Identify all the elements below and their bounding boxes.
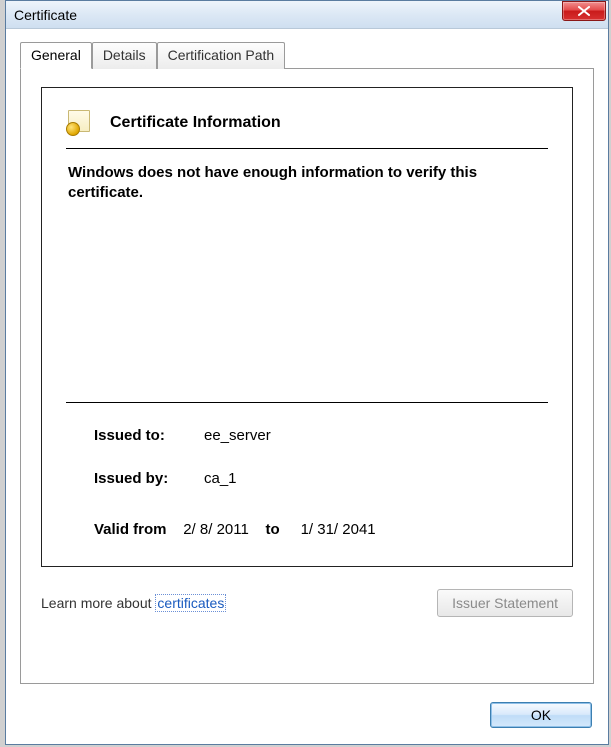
certificate-dialog: Certificate General Details Certificatio… bbox=[5, 0, 609, 745]
close-icon bbox=[578, 6, 590, 16]
valid-to-label: to bbox=[266, 521, 280, 538]
certificate-header: Certificate Information bbox=[66, 110, 548, 136]
valid-from-value: 2/ 8/ 2011 bbox=[183, 521, 249, 538]
tab-details[interactable]: Details bbox=[92, 42, 157, 69]
validity-row: Valid from 2/ 8/ 2011 to 1/ 31/ 2041 bbox=[66, 521, 548, 538]
titlebar: Certificate bbox=[6, 1, 608, 29]
issued-by-row: Issued by: ca_1 bbox=[66, 470, 548, 487]
tab-panel-general: Certificate Information Windows does not… bbox=[20, 68, 594, 684]
issued-by-label: Issued by: bbox=[94, 470, 204, 487]
divider bbox=[66, 402, 548, 403]
issued-by-value: ca_1 bbox=[204, 470, 237, 487]
issued-to-value: ee_server bbox=[204, 427, 271, 444]
divider bbox=[66, 148, 548, 149]
learn-more-text: Learn more about certificates bbox=[41, 595, 226, 611]
valid-to-value: 1/ 31/ 2041 bbox=[301, 521, 376, 538]
issued-to-row: Issued to: ee_server bbox=[66, 427, 548, 444]
tab-strip: General Details Certification Path bbox=[20, 41, 594, 68]
tab-certification-path[interactable]: Certification Path bbox=[157, 42, 286, 69]
dialog-body: General Details Certification Path Certi… bbox=[6, 29, 608, 744]
panel-footer-row: Learn more about certificates Issuer Sta… bbox=[41, 589, 573, 617]
learn-more-prefix: Learn more about bbox=[41, 595, 155, 611]
certificates-link[interactable]: certificates bbox=[155, 594, 226, 612]
certificate-info-box: Certificate Information Windows does not… bbox=[41, 87, 573, 567]
tab-general[interactable]: General bbox=[20, 42, 92, 69]
certificate-heading: Certificate Information bbox=[110, 114, 281, 132]
certificate-status-message: Windows does not have enough information… bbox=[66, 163, 548, 204]
ok-button[interactable]: OK bbox=[490, 702, 592, 728]
issuer-statement-button: Issuer Statement bbox=[437, 589, 573, 617]
issued-to-label: Issued to: bbox=[94, 427, 204, 444]
valid-from-label: Valid from bbox=[94, 521, 167, 538]
dialog-footer: OK bbox=[20, 702, 594, 728]
window-title: Certificate bbox=[14, 7, 77, 23]
close-button[interactable] bbox=[562, 1, 606, 21]
certificate-icon bbox=[66, 110, 94, 136]
